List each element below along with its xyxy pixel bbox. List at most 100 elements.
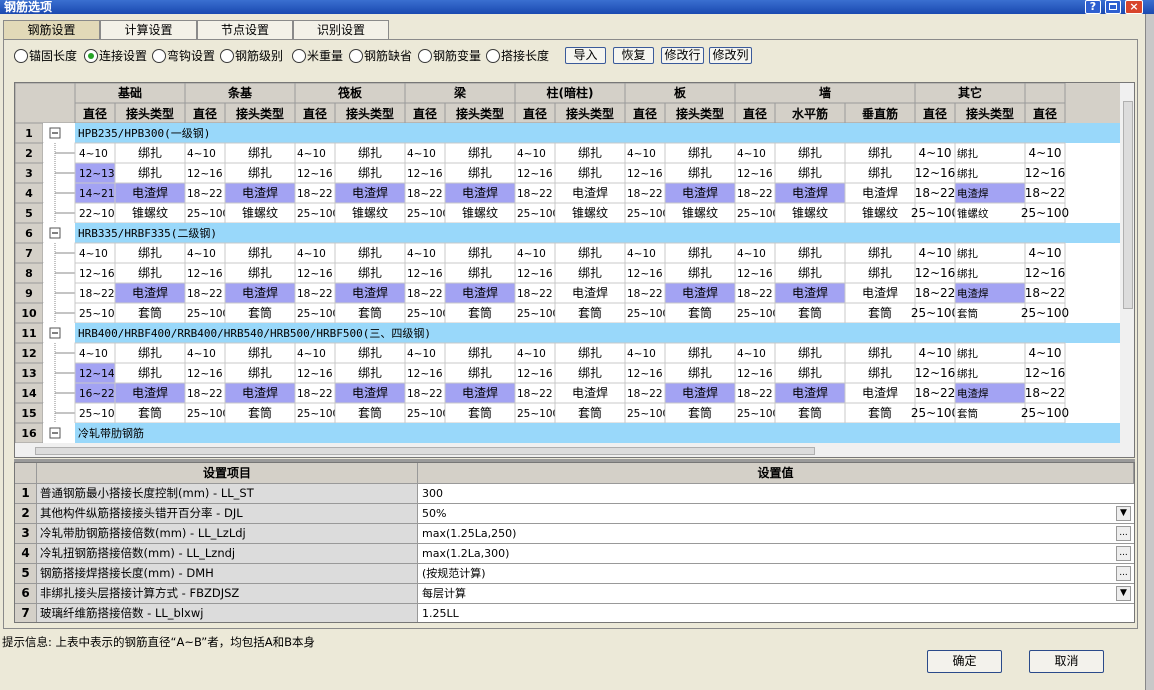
grid-cell-text: 电渣焊 — [462, 285, 498, 300]
grid-cell-text: 4~10 — [79, 148, 108, 160]
radio-icon — [14, 49, 28, 63]
ellipsis-button[interactable]: ... — [1116, 546, 1131, 561]
radio-rebar-grade[interactable]: 钢筋级别 — [220, 46, 283, 66]
vertical-scrollbar[interactable] — [1120, 83, 1134, 457]
grid-cell-text: 12~16 — [79, 268, 115, 280]
grid-cell-text: 绑扎 — [688, 266, 712, 280]
grid-cell-text: 锥螺纹 — [572, 206, 608, 220]
grid-cell-text: 绑扎 — [138, 246, 162, 260]
sub-header-label: 直径 — [413, 106, 437, 121]
grid-cell-text: 4~10 — [627, 348, 656, 360]
grid-cell-text: 电渣焊 — [862, 385, 898, 400]
grid-cell-text: 电渣焊 — [352, 385, 388, 400]
radio-lap-length[interactable]: 搭接长度 — [486, 46, 549, 66]
sub-header-label: 直径 — [743, 106, 767, 121]
grid-cell-text: 18~22 — [297, 188, 333, 200]
radio-label: 弯钩设置 — [167, 49, 216, 63]
group-header-label: 基础 — [117, 85, 142, 100]
tab-calc-settings[interactable]: 计算设置 — [100, 20, 197, 40]
maximize-button[interactable] — [1105, 0, 1121, 14]
grid-cell-text: 25~100 — [297, 408, 339, 420]
grid-cell-text: 12~16 — [187, 268, 223, 280]
tab-recognize-settings[interactable]: 识别设置 — [293, 20, 389, 40]
grid-cell-text: 12~16 — [1025, 366, 1066, 380]
grid-cell-text: 12~16 — [297, 268, 333, 280]
radio-hook[interactable]: 弯钩设置 — [152, 46, 215, 66]
radio-connection[interactable]: 连接设置 — [84, 46, 147, 66]
group-header-label: 其它 — [958, 85, 982, 100]
grid-cell-text: 12~16 — [737, 268, 773, 280]
grid-cell-text: 绑扎 — [578, 266, 602, 280]
radio-rebar-variable[interactable]: 钢筋变量 — [418, 46, 481, 66]
dropdown-arrow-icon[interactable]: ▼ — [1116, 586, 1131, 601]
grid-cell-text: 绑扎 — [468, 146, 492, 160]
grid-cell-text: 25~100 — [187, 408, 229, 420]
grid-cell-text: 12~16 — [407, 368, 443, 380]
horizontal-scroll-thumb[interactable] — [35, 447, 815, 455]
grid-cell-text: 套筒 — [138, 405, 162, 420]
import-button[interactable]: 导入 — [565, 47, 606, 64]
ellipsis-button[interactable]: ... — [1116, 566, 1131, 581]
restore-button[interactable]: 恢复 — [613, 47, 654, 64]
dialog: 钢筋设置 计算设置 节点设置 识别设置 锚固长度 连接设置 弯钩设置 钢筋级别 … — [0, 14, 1146, 690]
grid-cell-text: 套筒 — [957, 307, 978, 320]
grid-cell-text: 25~100 — [407, 308, 449, 320]
radio-icon — [220, 49, 234, 63]
sub-header-label: 直径 — [83, 106, 107, 121]
row-number: 10 — [21, 307, 37, 320]
grid-cell-text: 绑扎 — [358, 246, 382, 260]
modify-row-button[interactable]: 修改行 — [661, 47, 704, 64]
settings-row-value[interactable]: (按规范计算)... — [418, 564, 1134, 584]
row-number: 12 — [21, 347, 36, 360]
settings-row-value[interactable]: 每层计算 ▼ — [418, 584, 1134, 604]
radio-icon — [152, 49, 166, 63]
grid-cell-text: 18~22 — [517, 388, 553, 400]
grid-cell-text: 12~16 — [517, 368, 553, 380]
row-number: 5 — [25, 207, 33, 220]
dropdown-arrow-icon[interactable]: ▼ — [1116, 506, 1131, 521]
vertical-scroll-thumb[interactable] — [1123, 101, 1133, 309]
close-button[interactable]: × — [1125, 0, 1143, 14]
radio-label: 米重量 — [307, 49, 344, 63]
grid-cell-text: 4~10 — [919, 246, 952, 260]
grid-cell-text: 电渣焊 — [862, 185, 898, 200]
horizontal-scrollbar[interactable] — [15, 443, 1120, 457]
grid-cell-text: 18~22 — [297, 388, 333, 400]
grid-cell-text: 套筒 — [578, 305, 602, 320]
grid-cell-text: 电渣焊 — [682, 185, 718, 200]
grid-cell-text: 绑扎 — [957, 147, 978, 160]
grid-cell-text: 4~10 — [297, 148, 326, 160]
radio-rebar-default[interactable]: 钢筋缺省 — [349, 46, 412, 66]
tab-rebar-settings[interactable]: 钢筋设置 — [3, 20, 100, 40]
grid-cell-text: 25~100 — [737, 208, 779, 220]
grid-cell-text: 电渣焊 — [572, 185, 608, 200]
ellipsis-button[interactable]: ... — [1116, 526, 1131, 541]
grid-cell-text: 套筒 — [138, 305, 162, 320]
tab-node-settings[interactable]: 节点设置 — [197, 20, 293, 40]
group-row[interactable] — [75, 423, 1120, 443]
radio-anchor-length[interactable]: 锚固长度 — [14, 46, 77, 66]
settings-row-value[interactable]: 50% ▼ — [418, 504, 1134, 524]
settings-row-value[interactable]: max(1.25La,250)... — [418, 524, 1134, 544]
settings-row-value[interactable]: max(1.2La,300)... — [418, 544, 1134, 564]
settings-row-value[interactable]: 1.25LL — [418, 604, 1134, 622]
cancel-button[interactable]: 取消 — [1029, 650, 1104, 673]
grid-cell-text: 锥螺纹 — [352, 206, 388, 220]
grid-cell-text: 25~100 — [407, 208, 449, 220]
group-row[interactable] — [75, 223, 1120, 243]
row-number: 16 — [21, 427, 37, 440]
grid-cell-text: 4~10 — [407, 348, 436, 360]
ok-button[interactable]: 确定 — [927, 650, 1002, 673]
settings-row-value[interactable]: 300 — [418, 484, 1134, 504]
help-button[interactable]: ? — [1085, 0, 1101, 14]
grid-cell-text: 电渣焊 — [132, 185, 168, 200]
group-row[interactable] — [75, 123, 1120, 143]
radio-weight[interactable]: 米重量 — [292, 46, 343, 66]
grid-cell-text: 绑扎 — [798, 346, 822, 360]
grid-cell-text: 12~16 — [407, 268, 443, 280]
grid-cell-text: 4~10 — [737, 348, 766, 360]
grid-cell-text: 25~100 — [911, 206, 959, 220]
sub-header-label: 接头类型 — [126, 106, 174, 121]
modify-column-button[interactable]: 修改列 — [709, 47, 752, 64]
settings-row-number: 4 — [15, 544, 37, 564]
